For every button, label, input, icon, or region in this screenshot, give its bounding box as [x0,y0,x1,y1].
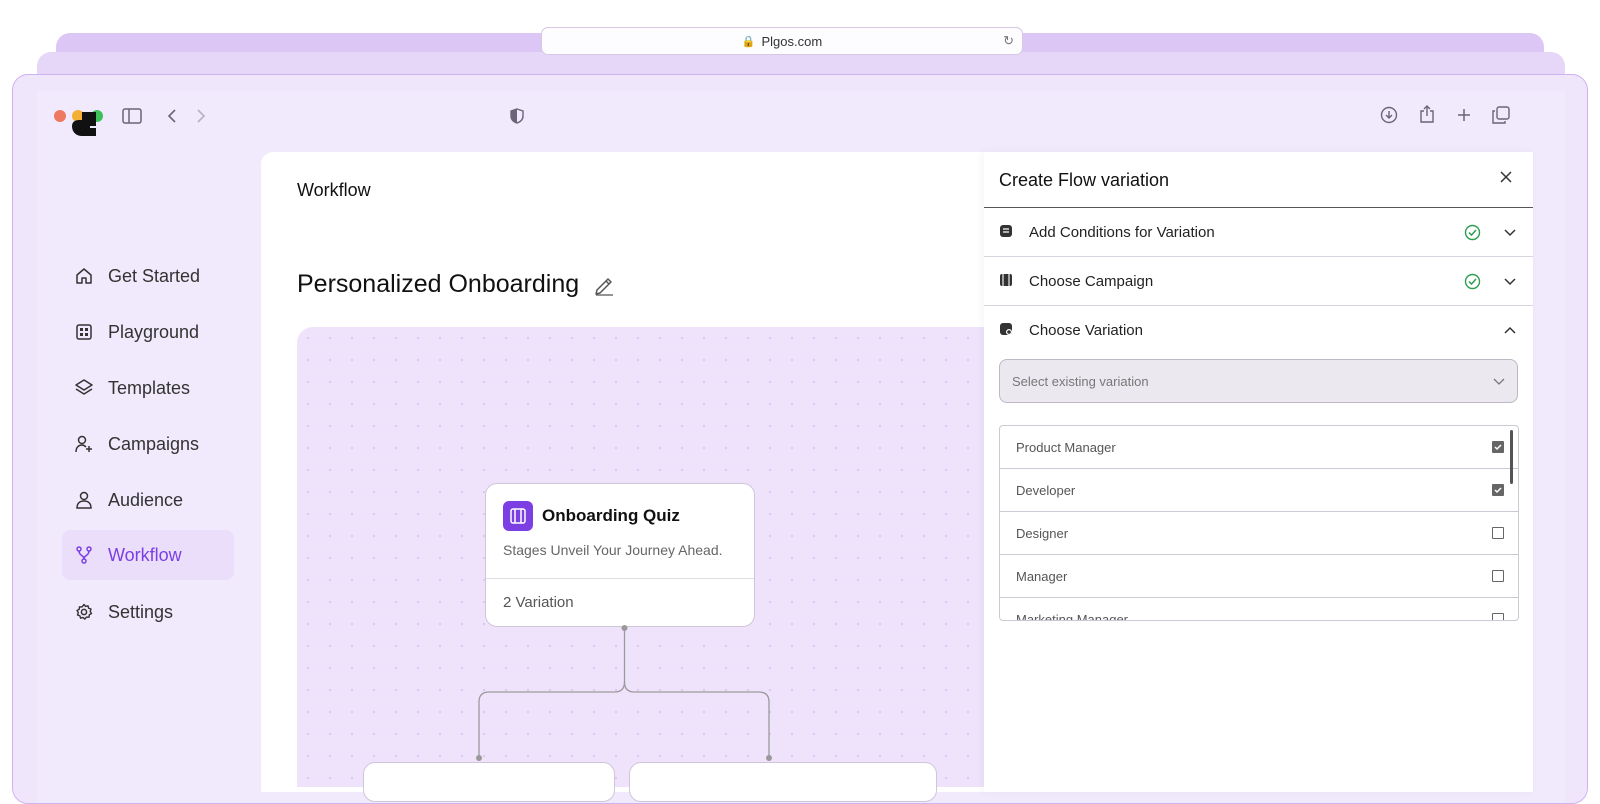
sidebar-item-audience[interactable]: Audience [62,475,234,525]
variation-select-placeholder: Select existing variation [1012,373,1149,389]
sidebar-toggle-icon[interactable] [120,104,144,128]
checkbox-unchecked[interactable] [1492,527,1504,539]
grid-icon [74,322,94,342]
share-icon[interactable] [1415,102,1439,126]
new-tab-icon[interactable] [1452,103,1476,127]
sidebar-item-workflow[interactable]: Workflow [62,530,234,580]
option-product-manager[interactable]: Product Manager [1000,426,1518,469]
section-add-conditions[interactable]: Add Conditions for Variation [984,207,1533,256]
address-bar-url: Plgos.com [761,33,823,49]
section-label: Choose Campaign [1029,272,1154,290]
close-window-dot[interactable] [54,110,66,122]
close-icon[interactable] [1499,170,1515,186]
downloads-icon[interactable] [1377,103,1401,127]
sidebar-item-settings[interactable]: Settings [62,587,234,637]
sidebar-item-label: Audience [108,489,184,510]
sidebar-item-templates[interactable]: Templates [62,363,234,413]
privacy-shield-icon[interactable] [505,104,529,128]
forward-icon[interactable] [189,104,213,128]
reload-icon[interactable]: ↻ [1003,33,1014,49]
section-choose-campaign[interactable]: Choose Campaign [984,256,1533,305]
check-circle-icon [1464,273,1481,290]
section-label: Add Conditions for Variation [1029,223,1215,241]
node-subtitle: Stages Unveil Your Journey Ahead. [503,542,723,558]
checkbox-checked[interactable] [1492,441,1504,453]
drawer-title: Create Flow variation [999,170,1170,190]
option-label: Manager [1016,568,1068,584]
node-variation-count: 2 Variation [486,578,754,611]
app-logo[interactable] [70,110,98,138]
option-label: Developer [1016,482,1076,498]
option-label: Product Manager [1016,439,1116,455]
option-designer[interactable]: Designer [1000,512,1518,555]
sidebar-item-get-started[interactable]: Get Started [62,251,234,301]
sidebar-item-label: Workflow [108,544,182,565]
chevron-down-icon[interactable] [1503,274,1517,288]
workflow-icon [74,545,94,565]
option-manager[interactable]: Manager [1000,555,1518,598]
option-developer[interactable]: Developer [1000,469,1518,512]
check-circle-icon [1464,224,1481,241]
gear-icon [74,602,94,622]
home-icon [74,266,94,286]
workflow-node-onboarding-quiz[interactable]: Onboarding Quiz Stages Unveil Your Journ… [485,483,755,627]
sidebar-item-playground[interactable]: Playground [62,307,234,357]
tabs-overview-icon[interactable] [1489,103,1513,127]
node-title: Onboarding Quiz [542,506,680,525]
chevron-down-icon[interactable] [1503,225,1517,239]
sidebar-item-campaigns[interactable]: Campaigns [62,419,234,469]
quiz-icon [503,501,533,531]
section-label: Choose Variation [1029,321,1143,339]
chevron-up-icon[interactable] [1503,323,1517,337]
sidebar-item-label: Playground [108,321,200,342]
node-connector-lines [476,625,772,761]
option-label: Marketing Manager [1016,612,1128,621]
layers-icon [74,378,94,398]
conditions-icon [999,224,1015,240]
user-icon [74,490,94,510]
variation-icon [999,322,1015,338]
option-marketing-manager[interactable]: Marketing Manager [1000,598,1518,621]
create-flow-variation-drawer: Create Flow variation Add Conditions for… [984,152,1533,792]
sidebar-item-label: Settings [108,601,174,622]
variation-select[interactable]: Select existing variation [999,359,1518,403]
sidebar-item-label: Get Started [108,265,201,286]
back-icon[interactable] [160,104,184,128]
user-plus-icon [74,434,94,454]
option-label: Designer [1016,525,1069,541]
breadcrumb: Workflow [297,180,371,200]
address-bar[interactable]: 🔒 Plgos.com ↻ [541,27,1023,55]
lock-icon: 🔒 [741,35,756,48]
list-scrollbar[interactable] [1510,430,1513,484]
section-choose-variation[interactable]: Choose Variation [984,305,1533,354]
checkbox-checked[interactable] [1492,484,1504,496]
campaign-icon [999,273,1015,289]
page-title-row: Personalized Onboarding [297,270,615,299]
workflow-node-variation-a[interactable] [363,762,615,802]
variation-options-list[interactable]: Product Manager Developer Designer Manag… [999,425,1519,621]
workflow-node-variation-b[interactable] [629,762,937,802]
checkbox-unchecked[interactable] [1492,570,1504,582]
checkbox-unchecked[interactable] [1492,613,1504,620]
sidebar-item-label: Templates [108,377,191,398]
sidebar-item-label: Campaigns [108,433,200,454]
page-title: Personalized Onboarding [297,270,580,298]
chevron-down-icon [1493,375,1505,387]
edit-pencil-icon[interactable] [593,274,615,296]
